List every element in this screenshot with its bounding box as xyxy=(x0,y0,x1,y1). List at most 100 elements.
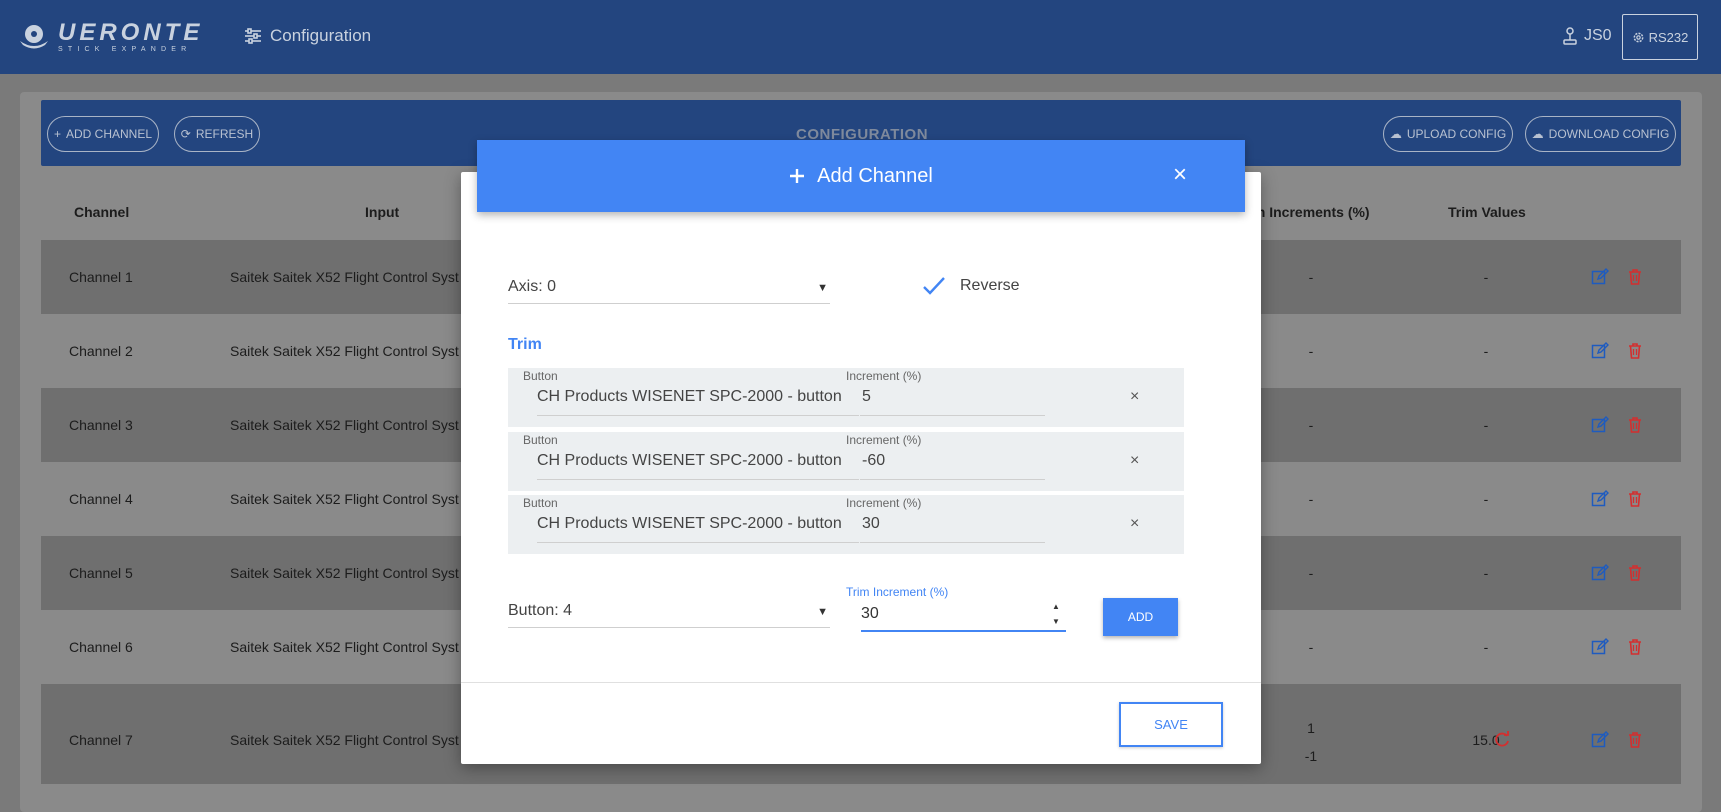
cloud-upload-icon: ☁ xyxy=(1389,127,1402,141)
save-button[interactable]: SAVE xyxy=(1119,702,1223,747)
edit-icon[interactable] xyxy=(1591,416,1609,434)
add-trim-button[interactable]: ADD xyxy=(1103,598,1178,636)
remove-trim-icon[interactable]: × xyxy=(1130,452,1139,470)
th-trim-values: Trim Values xyxy=(1448,204,1526,220)
refresh-button[interactable]: ⟳ REFRESH xyxy=(174,116,260,152)
axis-select[interactable]: Axis: 0 ▼ xyxy=(508,270,830,304)
cell-input: Saitek Saitek X52 Flight Control Syst xyxy=(230,269,459,285)
checkmark-icon xyxy=(923,277,945,295)
app-logo[interactable]: UERONTE STICK EXPANDER xyxy=(18,18,218,56)
edit-icon[interactable] xyxy=(1591,638,1609,656)
button-select[interactable]: Button: 4 ▼ xyxy=(508,594,830,628)
download-config-button[interactable]: ☁ DOWNLOAD CONFIG xyxy=(1525,116,1676,152)
nav-joystick[interactable]: JS0 xyxy=(1562,27,1612,45)
edit-icon[interactable] xyxy=(1591,731,1609,749)
button-select-value: Button: 4 xyxy=(508,601,573,619)
logo-icon xyxy=(20,25,48,49)
dialog-header: Add Channel × xyxy=(477,140,1245,212)
cell-trim-value: - xyxy=(1483,417,1489,433)
cell-trim-increment: - xyxy=(1308,565,1314,581)
nav-serial-button[interactable]: RS232 xyxy=(1622,14,1698,60)
delete-icon[interactable] xyxy=(1626,731,1644,749)
dialog-title: Add Channel xyxy=(817,164,933,187)
logo-title: UERONTE xyxy=(58,18,204,46)
trim-increment-label: Increment (%) xyxy=(846,433,922,447)
reverse-checkbox[interactable]: Reverse xyxy=(922,276,1020,296)
th-channel: Channel xyxy=(74,204,130,220)
cell-channel: Channel 2 xyxy=(69,343,133,359)
nav-joystick-label: JS0 xyxy=(1584,27,1612,44)
remove-trim-icon[interactable]: × xyxy=(1130,388,1139,406)
cell-trim-value: - xyxy=(1483,269,1489,285)
upload-config-label: UPLOAD CONFIG xyxy=(1406,127,1507,141)
upload-config-button[interactable]: ☁ UPLOAD CONFIG xyxy=(1383,116,1513,152)
trim-increment-field[interactable]: -60 xyxy=(860,450,1045,480)
cell-input: Saitek Saitek X52 Flight Control Syst xyxy=(230,417,459,433)
dialog-divider xyxy=(461,682,1261,683)
cell-channel: Channel 1 xyxy=(69,269,133,285)
delete-icon[interactable] xyxy=(1626,564,1644,582)
trim-increment-field[interactable]: 30 xyxy=(860,513,1045,543)
cell-input: Saitek Saitek X52 Flight Control Syst xyxy=(230,639,459,655)
edit-icon[interactable] xyxy=(1591,342,1609,360)
trim-button-label: Button xyxy=(523,369,558,383)
reverse-label: Reverse xyxy=(960,277,1020,294)
cell-trim-increment: 1 xyxy=(1307,720,1315,736)
cell-trim-value: - xyxy=(1483,343,1489,359)
gear-icon xyxy=(1633,32,1644,42)
cell-channel: Channel 6 xyxy=(69,639,133,655)
edit-icon[interactable] xyxy=(1591,564,1609,582)
trim-button-field[interactable]: CH Products WISENET SPC-2000 - button xyxy=(537,513,859,543)
cell-trim-increment-2: -1 xyxy=(1304,748,1318,764)
cell-trim-value: - xyxy=(1483,639,1489,655)
trim-button-field[interactable]: CH Products WISENET SPC-2000 - button xyxy=(537,450,859,480)
caret-down-icon: ▼ xyxy=(817,606,828,618)
nav-configuration[interactable]: Configuration xyxy=(244,26,371,46)
top-navbar: UERONTE STICK EXPANDER Configuration JS0… xyxy=(0,0,1721,74)
spinner-up-icon[interactable]: ▲ xyxy=(1052,602,1060,611)
edit-icon[interactable] xyxy=(1591,490,1609,508)
delete-icon[interactable] xyxy=(1626,342,1644,360)
logo-subtitle: STICK EXPANDER xyxy=(58,45,192,53)
close-icon[interactable]: × xyxy=(1167,161,1193,188)
trim-button-label: Button xyxy=(523,433,558,447)
delete-icon[interactable] xyxy=(1626,490,1644,508)
trim-button-field[interactable]: CH Products WISENET SPC-2000 - button xyxy=(537,386,859,416)
axis-select-value: Axis: 0 xyxy=(508,277,557,295)
cell-trim-increment: - xyxy=(1308,343,1314,359)
edit-icon[interactable] xyxy=(1591,268,1609,286)
trim-entry: Button CH Products WISENET SPC-2000 - but… xyxy=(508,368,1184,427)
reset-icon[interactable] xyxy=(1493,731,1511,749)
number-spinner[interactable]: ▲ ▼ xyxy=(1050,602,1062,626)
refresh-icon: ⟳ xyxy=(180,127,191,141)
plus-icon: + xyxy=(53,127,61,141)
th-trim-increments: im Increments (%) xyxy=(1249,204,1370,220)
cell-channel: Channel 3 xyxy=(69,417,133,433)
trim-increment-label: Increment (%) xyxy=(846,369,922,383)
cell-trim-increment: - xyxy=(1308,639,1314,655)
delete-icon[interactable] xyxy=(1626,268,1644,286)
refresh-label: REFRESH xyxy=(195,127,254,141)
cell-trim-value: - xyxy=(1483,491,1489,507)
cloud-download-icon: ☁ xyxy=(1531,127,1544,141)
delete-icon[interactable] xyxy=(1626,638,1644,656)
trim-increment-value: 30 xyxy=(861,605,879,622)
add-channel-button[interactable]: + ADD CHANNEL xyxy=(47,116,159,152)
cell-channel: Channel 5 xyxy=(69,565,133,581)
cell-input: Saitek Saitek X52 Flight Control Syst xyxy=(230,732,459,748)
trim-button-label: Button xyxy=(523,496,558,510)
trim-increment-label: Trim Increment (%) xyxy=(846,585,949,599)
caret-down-icon: ▼ xyxy=(817,282,828,294)
trim-entry: Button CH Products WISENET SPC-2000 - but… xyxy=(508,495,1184,554)
remove-trim-icon[interactable]: × xyxy=(1130,515,1139,533)
joystick-icon xyxy=(1563,27,1577,45)
th-input: Input xyxy=(365,204,400,220)
plus-icon xyxy=(790,169,805,183)
cell-trim-value: - xyxy=(1483,565,1489,581)
cell-input: Saitek Saitek X52 Flight Control Syst xyxy=(230,491,459,507)
spinner-down-icon[interactable]: ▼ xyxy=(1052,617,1060,626)
trim-increment-input[interactable]: 30 ▲ ▼ xyxy=(861,598,1066,632)
cell-channel: Channel 4 xyxy=(69,491,133,507)
trim-increment-field[interactable]: 5 xyxy=(860,386,1045,416)
delete-icon[interactable] xyxy=(1626,416,1644,434)
